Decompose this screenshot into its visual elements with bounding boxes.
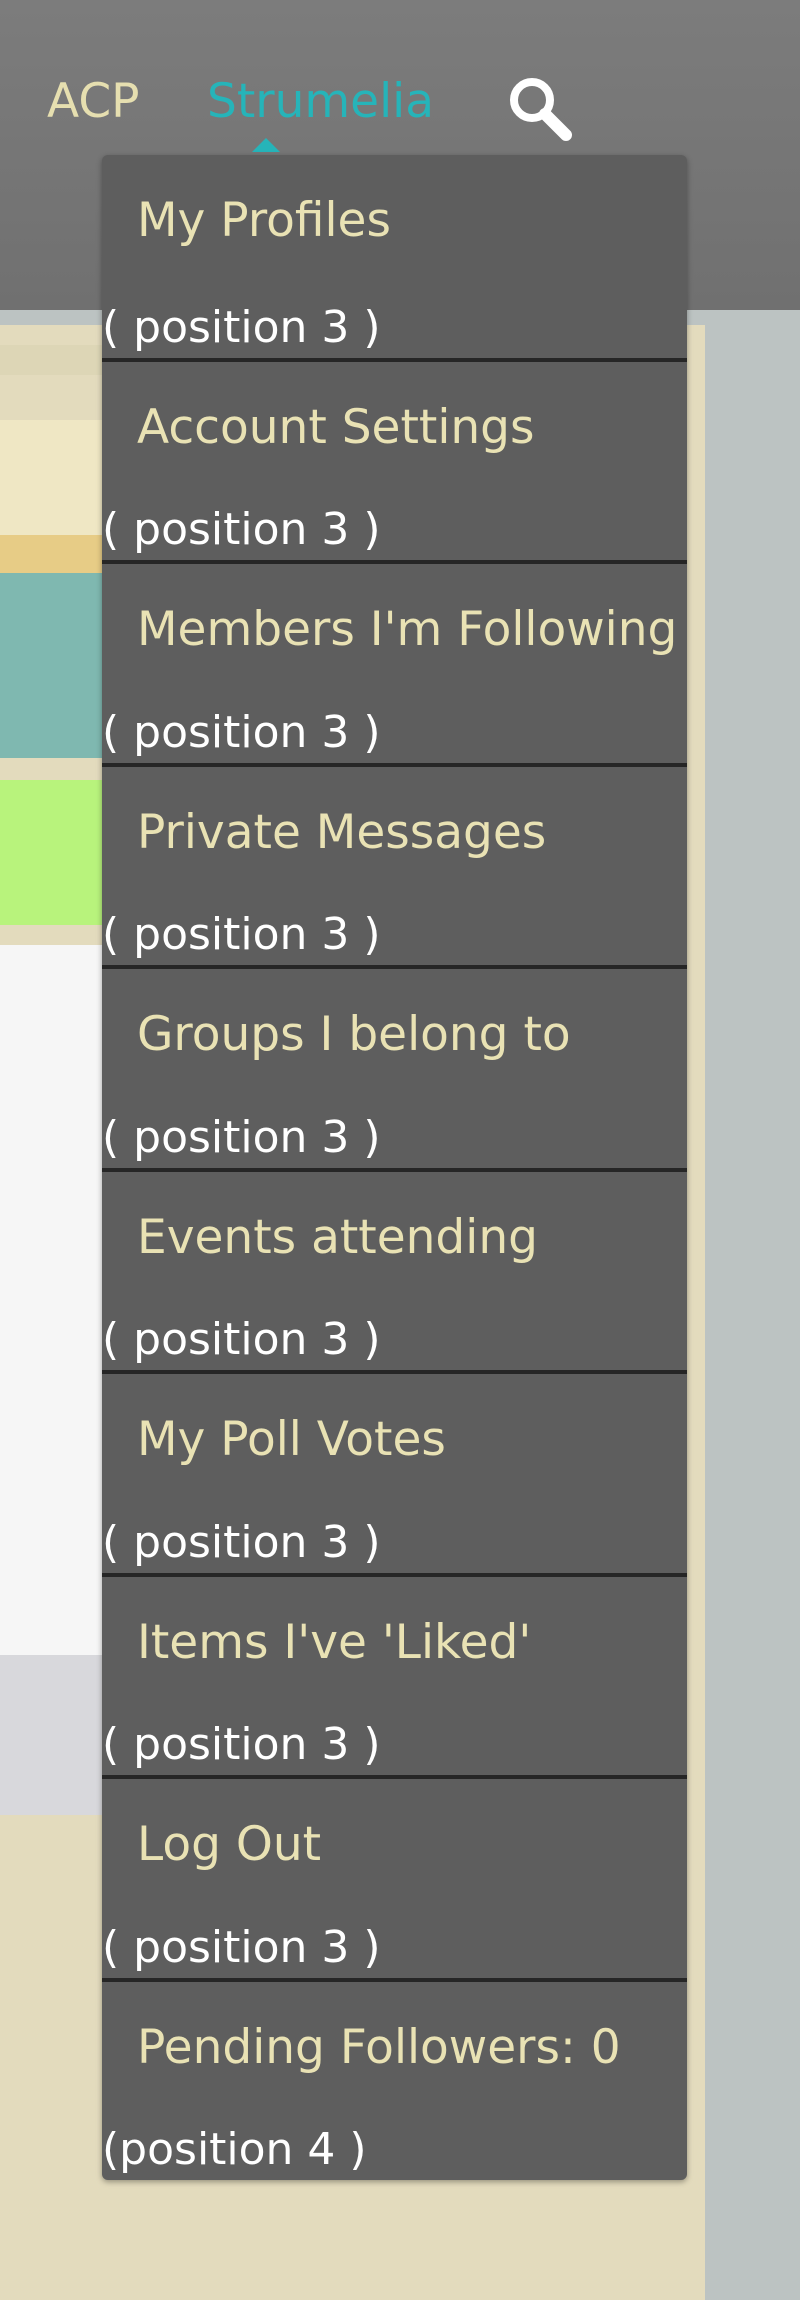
menu-item-events-attending[interactable]: Events attending ( position 3 ): [102, 1167, 687, 1371]
content-panel-teal: [0, 573, 110, 758]
position-note: ( position 3 ): [102, 301, 381, 353]
menu-item-poll-votes[interactable]: My Poll Votes ( position 3 ): [102, 1370, 687, 1573]
position-note: ( position 3 ): [102, 1921, 381, 1973]
content-panel-strip: [0, 345, 110, 375]
position-note: ( position 3 ): [102, 504, 381, 555]
search-icon[interactable]: [503, 72, 575, 144]
content-panel-bar: [0, 535, 110, 573]
menu-item-account-settings[interactable]: Account Settings ( position 3 ): [102, 357, 687, 561]
position-note: ( position 3 ): [102, 706, 381, 758]
menu-item-label[interactable]: Members I'm Following: [137, 602, 677, 658]
content-panel-header: [0, 420, 110, 535]
dropdown-caret-icon: [252, 138, 280, 152]
menu-item-pending-followers[interactable]: Pending Followers: 0 (position 4 ): [102, 1977, 687, 2181]
menu-item-liked-items[interactable]: Items I've 'Liked' ( position 3 ): [102, 1572, 687, 1776]
acp-link[interactable]: ACP: [47, 72, 140, 132]
menu-item-label[interactable]: Pending Followers: 0: [137, 2020, 621, 2076]
content-panel-green: [0, 780, 110, 925]
position-note: ( position 3 ): [102, 1111, 381, 1163]
menu-item-label[interactable]: My Profiles: [137, 193, 391, 249]
position-note: ( position 3 ): [102, 909, 381, 960]
menu-item-my-profiles[interactable]: My Profiles ( position 3 ): [102, 155, 687, 358]
content-panel-body: [0, 945, 110, 1655]
menu-item-label[interactable]: Groups I belong to: [137, 1007, 571, 1063]
content-panel-footer: [0, 1655, 110, 1815]
position-note: (position 4 ): [102, 2124, 367, 2175]
menu-item-log-out[interactable]: Log Out ( position 3 ): [102, 1775, 687, 1978]
menu-item-label[interactable]: Log Out: [137, 1817, 321, 1873]
menu-item-label[interactable]: Private Messages: [137, 805, 546, 861]
menu-item-label[interactable]: Account Settings: [137, 400, 534, 456]
position-note: ( position 3 ): [102, 1314, 381, 1365]
menu-item-groups[interactable]: Groups I belong to ( position 3 ): [102, 965, 687, 1168]
user-menu-link[interactable]: Strumelia: [207, 72, 434, 132]
user-dropdown-menu: My Profiles ( position 3 ) Account Setti…: [102, 155, 687, 2180]
menu-item-label[interactable]: My Poll Votes: [137, 1412, 446, 1468]
position-note: ( position 3 ): [102, 1719, 381, 1770]
menu-item-label[interactable]: Items I've 'Liked': [137, 1615, 531, 1671]
position-note: ( position 3 ): [102, 1516, 381, 1568]
menu-item-label[interactable]: Events attending: [137, 1210, 538, 1266]
menu-item-members-following[interactable]: Members I'm Following ( position 3 ): [102, 560, 687, 763]
menu-item-private-messages[interactable]: Private Messages ( position 3 ): [102, 762, 687, 966]
